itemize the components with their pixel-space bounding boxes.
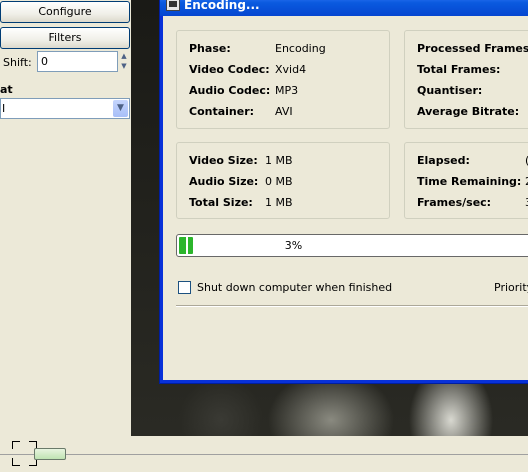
phase-value: Encoding — [275, 42, 326, 55]
filters-button[interactable]: Filters — [0, 27, 130, 49]
dialog-body: Phase: Encoding Video Codec: Xvid4 Audio… — [163, 16, 528, 380]
video-codec-value: Xvid4 — [275, 63, 307, 76]
audio-size-value: 0 MB — [265, 175, 293, 188]
processed-frames-label: Processed Frames: — [417, 42, 528, 55]
phase-label: Phase: — [189, 42, 231, 55]
dialog-title: Encoding... — [184, 0, 260, 12]
shutdown-label[interactable]: Shut down computer when finished — [197, 281, 392, 294]
video-icon — [166, 0, 180, 11]
timing-info-group: Elapsed: ( Time Remaining: 2 Frames/sec:… — [404, 142, 528, 219]
video-codec-label: Video Codec: — [189, 63, 270, 76]
video-size-label: Video Size: — [189, 154, 258, 167]
audio-codec-label: Audio Codec: — [189, 84, 271, 97]
container-value: AVI — [275, 105, 293, 118]
timeline — [0, 436, 528, 472]
container-label: Container: — [189, 105, 255, 118]
shutdown-checkbox[interactable] — [178, 281, 191, 294]
selection-marker-corner-icon — [12, 458, 20, 466]
elapsed-label: Elapsed: — [417, 154, 470, 167]
average-bitrate-label: Average Bitrate: — [417, 105, 520, 118]
size-info-group: Video Size: 1 MB Audio Size: 0 MB Total … — [176, 142, 390, 219]
timeline-track[interactable] — [0, 454, 528, 455]
format-select[interactable]: I ▼ — [0, 98, 130, 119]
encoding-progress-bar: 3% — [176, 234, 528, 257]
chevron-down-icon[interactable]: ▼ — [113, 100, 128, 117]
video-size-value: 1 MB — [265, 154, 293, 167]
frames-per-sec-label: Frames/sec: — [417, 196, 492, 209]
total-size-value: 1 MB — [265, 196, 293, 209]
frame-info-group: Processed Frames: Total Frames: Quantise… — [404, 30, 528, 129]
total-size-label: Total Size: — [189, 196, 253, 209]
audio-codec-value: MP3 — [275, 84, 299, 97]
left-panel: Configure Filters Shift: 0 ▲ ▼ at I ▼ — [0, 0, 131, 436]
progress-text: 3% — [284, 239, 303, 252]
spin-up-icon[interactable]: ▲ — [118, 51, 130, 61]
format-label: at — [0, 83, 13, 96]
audio-size-label: Audio Size: — [189, 175, 259, 188]
shift-input[interactable]: 0 — [37, 51, 118, 72]
codec-info-group: Phase: Encoding Video Codec: Xvid4 Audio… — [176, 30, 390, 129]
configure-button[interactable]: Configure — [0, 1, 130, 23]
priority-label: Priority — [494, 281, 528, 294]
shift-label: Shift: — [3, 56, 32, 69]
selection-start-marker-icon — [12, 441, 20, 449]
encoding-dialog: Encoding... Phase: Encoding Video Codec:… — [159, 0, 528, 384]
dialog-title-bar[interactable]: Encoding... — [160, 0, 528, 16]
format-select-value: I — [2, 102, 6, 115]
separator — [176, 305, 528, 307]
total-frames-label: Total Frames: — [417, 63, 501, 76]
time-remaining-label: Time Remaining: — [417, 175, 522, 188]
quantiser-label: Quantiser: — [417, 84, 483, 97]
timeline-slider-thumb[interactable] — [34, 448, 66, 460]
shift-stepper[interactable]: ▲ ▼ — [118, 51, 130, 72]
spin-down-icon[interactable]: ▼ — [118, 61, 130, 71]
